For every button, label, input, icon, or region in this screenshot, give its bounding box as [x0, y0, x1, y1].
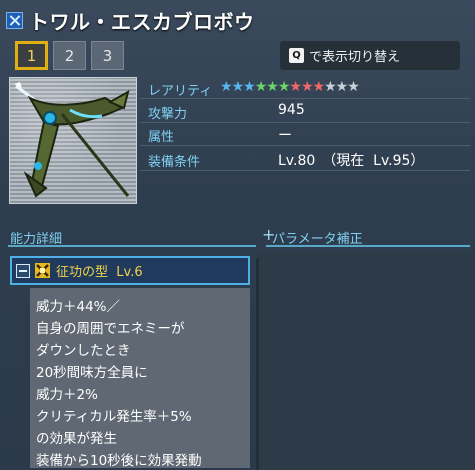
- rarity-star-icon: ★: [312, 79, 326, 95]
- description-line: 装備から10秒後に効果発動: [36, 453, 202, 469]
- description-line: の効果が発生: [36, 431, 117, 447]
- tab-3[interactable]: 3: [91, 41, 124, 70]
- divider: [140, 145, 470, 146]
- title-row: トワル・エスカブロボウ: [6, 6, 255, 34]
- requirement-value: Lv.80 （現在 Lv.95）: [278, 153, 425, 169]
- ability-type-icon: [35, 263, 50, 278]
- tab-1[interactable]: 1: [15, 41, 48, 70]
- ability-header-underline: [8, 245, 256, 247]
- scrollbar[interactable]: [256, 258, 259, 470]
- element-label: 属性: [148, 130, 175, 145]
- rarity-star-icon: ★: [324, 79, 337, 95]
- weapon-title: トワル・エスカブロボウ: [29, 9, 255, 34]
- rarity-star-icon: ★: [347, 79, 360, 95]
- rarity-star-icon: ★: [300, 79, 314, 95]
- weapon-image: [9, 77, 137, 204]
- ability-level: Lv.6: [116, 265, 143, 280]
- rarity-star-icon: ★: [335, 79, 349, 95]
- toggle-hint-text: で表示切り替え: [309, 50, 401, 65]
- rarity-star-icon: ★: [243, 79, 256, 95]
- ability-description: 威力＋44%／ 自身の周囲でエネミーが ダウンしたとき 20秒間味方全員に 威力…: [30, 288, 250, 469]
- description-line: 威力＋44%／: [36, 299, 121, 315]
- bow-weapon-icon: [6, 11, 23, 29]
- divider: [140, 98, 470, 99]
- bow-artwork: [14, 82, 130, 198]
- tab-2[interactable]: 2: [53, 41, 86, 70]
- rarity-star-icon: ★: [254, 79, 268, 95]
- param-header-underline: [266, 245, 470, 247]
- description-line: 20秒間味方全員に: [36, 365, 148, 381]
- rarity-star-icon: ★: [231, 79, 245, 95]
- rarity-star-icon: ★: [220, 79, 233, 95]
- ability-name: 征功の型 Lv.6: [56, 265, 143, 280]
- weapon-detail-window: トワル・エスカブロボウ 1 2 3 Q で表示切り替え レアリティ ★ ★ ★ ★ ★ ★…: [0, 0, 475, 470]
- q-key-icon: Q: [289, 48, 304, 63]
- divider: [140, 122, 470, 123]
- rarity-star-icon: ★: [289, 79, 302, 95]
- attack-value: 945: [278, 102, 305, 118]
- requirement-label: 装備条件: [148, 155, 201, 170]
- rarity-star-icon: ★: [266, 79, 279, 95]
- divider: [140, 170, 470, 171]
- tab-bar: 1 2 3: [15, 41, 124, 70]
- rarity-stars: ★ ★ ★ ★ ★ ★ ★ ★ ★ ★ ★ ★: [220, 79, 360, 95]
- element-value: ー: [278, 128, 292, 144]
- rarity-star-icon: ★: [277, 79, 291, 95]
- ability-entry[interactable]: 征功の型 Lv.6: [10, 256, 250, 285]
- parameter-panel: [258, 252, 475, 470]
- display-toggle-hint[interactable]: Q で表示切り替え: [280, 41, 460, 70]
- rarity-label: レアリティ: [148, 84, 213, 99]
- collapse-icon[interactable]: [16, 263, 30, 278]
- attack-label: 攻撃力: [148, 107, 188, 122]
- description-line: 自身の周囲でエネミーが: [36, 321, 185, 337]
- description-line: クリティカル発生率＋5%: [36, 409, 192, 425]
- description-line: 威力＋2%: [36, 387, 98, 403]
- description-line: ダウンしたとき: [36, 343, 131, 359]
